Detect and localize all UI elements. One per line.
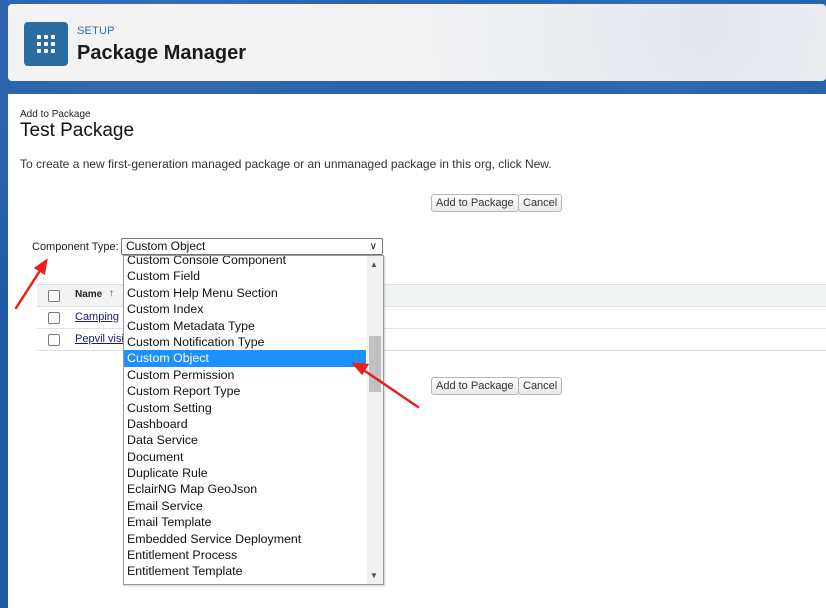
component-type-selected-value: Custom Object <box>126 239 206 253</box>
dropdown-option[interactable]: Custom Setting <box>124 400 366 416</box>
component-type-select[interactable]: Custom Object ∨ <box>121 238 383 255</box>
component-type-label: Component Type: <box>32 241 119 253</box>
dropdown-option[interactable]: EclairNG Map GeoJson <box>124 481 366 497</box>
row-checkbox[interactable] <box>48 334 60 346</box>
dropdown-option[interactable]: Duplicate Rule <box>124 465 366 481</box>
scrollbar-thumb[interactable] <box>369 336 381 392</box>
dropdown-option[interactable]: Custom Help Menu Section <box>124 285 366 301</box>
dropdown-option[interactable]: Custom Permission <box>124 367 366 383</box>
row-checkbox[interactable] <box>48 312 60 324</box>
dropdown-option[interactable]: Custom Report Type <box>124 383 366 399</box>
dropdown-option[interactable]: Custom Index <box>124 301 366 317</box>
component-name-link[interactable]: Camping <box>75 311 119 323</box>
component-name-link[interactable]: Pepvil visi <box>75 333 124 345</box>
dropdown-option[interactable]: Custom Field <box>124 268 366 284</box>
dropdown-option[interactable]: Document <box>124 449 366 465</box>
instructions-text: To create a new first-generation managed… <box>20 157 552 171</box>
dropdown-option[interactable]: Custom Console Component <box>124 256 366 268</box>
setup-header: SETUP Package Manager <box>8 4 826 81</box>
add-to-package-button-top[interactable]: Add to Package <box>431 194 519 212</box>
component-type-dropdown-list[interactable]: Custom Console Component Custom Field Cu… <box>123 255 384 585</box>
page-subtitle: Add to Package <box>20 109 91 120</box>
add-to-package-button-bottom[interactable]: Add to Package <box>431 377 519 395</box>
page-title: Test Package <box>20 120 135 141</box>
dropdown-option[interactable]: Entitlement Template <box>124 563 366 579</box>
chevron-down-icon: ∨ <box>369 241 377 252</box>
dropdown-scrollbar[interactable]: ▲ ▼ <box>367 256 383 584</box>
dropdown-option-selected[interactable]: Custom Object <box>124 350 366 367</box>
cancel-button-top[interactable]: Cancel <box>518 194 563 212</box>
app-grid-icon[interactable] <box>24 22 68 66</box>
dropdown-option[interactable]: Custom Notification Type <box>124 334 366 350</box>
select-all-checkbox[interactable] <box>48 290 60 302</box>
dropdown-option[interactable]: Entitlement Process <box>124 547 366 563</box>
scroll-up-arrow-icon[interactable]: ▲ <box>370 260 378 269</box>
sort-ascending-icon: ↑ <box>109 288 114 299</box>
dropdown-option[interactable]: Dashboard <box>124 416 366 432</box>
dropdown-option[interactable]: Data Service <box>124 432 366 448</box>
name-column-header[interactable]: Name <box>75 289 102 300</box>
dropdown-option[interactable]: Custom Metadata Type <box>124 318 366 334</box>
dropdown-option[interactable]: Email Service <box>124 498 366 514</box>
cancel-button-bottom[interactable]: Cancel <box>518 377 563 395</box>
scroll-down-arrow-icon[interactable]: ▼ <box>370 571 378 580</box>
dropdown-option[interactable]: Email Template <box>124 514 366 530</box>
setup-section-label: SETUP <box>77 25 115 37</box>
dropdown-option[interactable]: Embedded Service Deployment <box>124 531 366 547</box>
header-title: Package Manager <box>77 42 246 64</box>
